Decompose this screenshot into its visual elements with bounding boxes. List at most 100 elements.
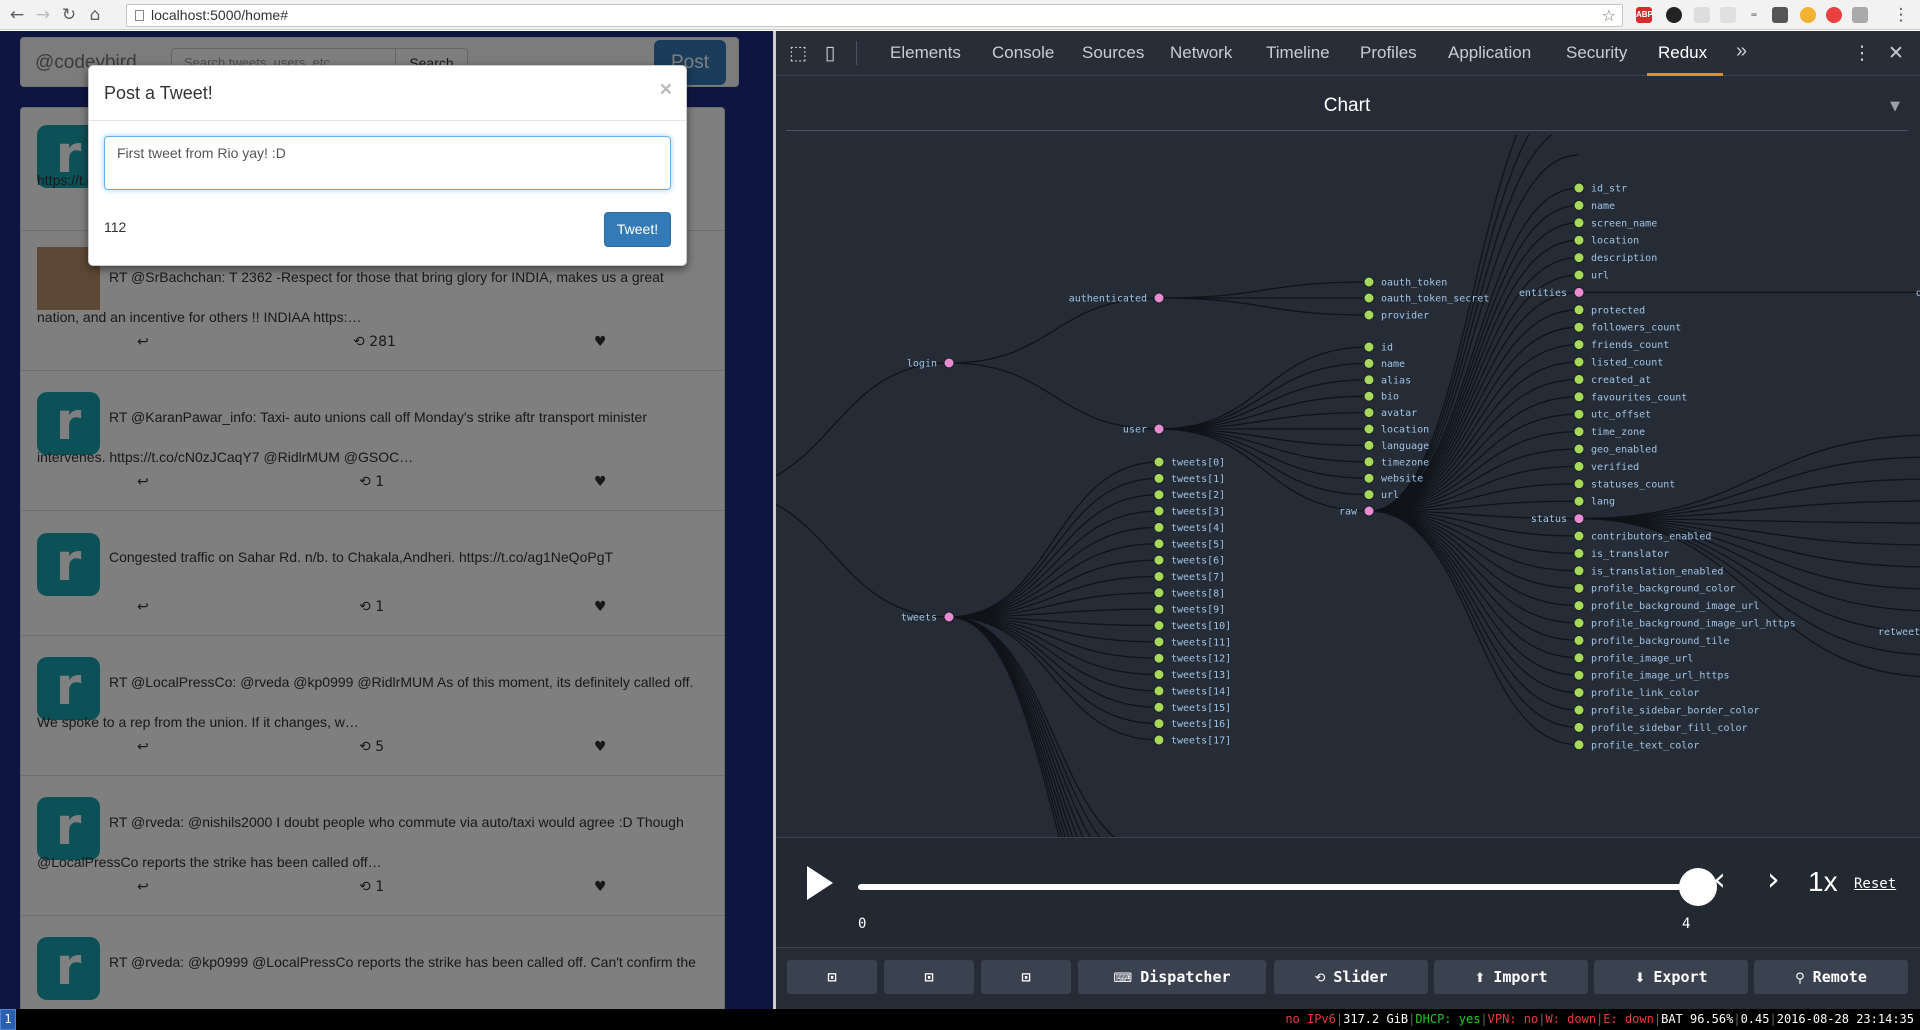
tree-node-label[interactable]: language (1381, 441, 1429, 452)
tree-node-label[interactable]: profile_link_color (1591, 688, 1699, 699)
tree-node-label[interactable]: timezone (1381, 457, 1429, 468)
tree-node-label[interactable]: provider (1381, 311, 1429, 322)
tree-node-label[interactable]: contributors_enabled (1591, 532, 1711, 543)
tree-node-label[interactable]: website (1381, 474, 1423, 485)
extension-color-icon[interactable] (1800, 7, 1816, 23)
tree-node[interactable] (1573, 426, 1585, 438)
tree-node[interactable] (1153, 734, 1165, 746)
tree-node-label[interactable]: statuses_count (1591, 479, 1675, 490)
tree-node-label[interactable]: id_str (1591, 184, 1627, 195)
export-button[interactable]: ⬇ Export (1594, 960, 1748, 994)
tree-node[interactable] (1153, 521, 1165, 533)
tab-profiles[interactable]: Profiles (1360, 43, 1417, 63)
slider-button[interactable]: ⟲ Slider (1274, 960, 1428, 994)
tree-node-label[interactable]: utc_offset (1591, 410, 1651, 421)
tree-node-label[interactable]: tweets[3] (1171, 507, 1225, 518)
tree-node-label[interactable]: tweets[15] (1171, 703, 1231, 714)
layout-left-button[interactable]: ⊡ (787, 960, 877, 994)
tree-node[interactable] (1153, 603, 1165, 615)
tree-node-label[interactable]: tweets (901, 613, 937, 624)
reset-link[interactable]: Reset (1854, 876, 1896, 892)
tree-node-label[interactable]: url (1381, 490, 1399, 501)
tree-node[interactable] (1363, 423, 1375, 435)
tree-node[interactable] (1363, 472, 1375, 484)
extension-grey-icon[interactable] (1694, 7, 1710, 23)
tree-node-label[interactable]: profile_background_image_url (1591, 601, 1760, 612)
tab-sources[interactable]: Sources (1082, 43, 1144, 63)
tree-node[interactable] (1153, 570, 1165, 582)
state-tree-chart[interactable]: login tweets authenticated user oauth_tokeno… (776, 135, 1920, 837)
tree-node-label[interactable]: url (1591, 271, 1609, 282)
workspace-indicator[interactable]: 1 (0, 1009, 16, 1030)
tree-node[interactable] (1573, 600, 1585, 612)
tab-redux[interactable]: Redux (1658, 43, 1707, 63)
layout-right-button[interactable]: ⊡ (884, 960, 974, 994)
tree-node-label[interactable]: tweets[14] (1171, 686, 1231, 697)
tree-node-label[interactable]: protected (1591, 305, 1645, 316)
tree-node-label[interactable]: profile_sidebar_fill_color (1591, 723, 1748, 734)
tree-node[interactable] (1153, 636, 1165, 648)
tab-console[interactable]: Console (992, 43, 1054, 63)
tree-node-label[interactable]: id (1381, 343, 1393, 354)
slider-track[interactable] (858, 884, 1698, 890)
chevron-right-icon[interactable]: › (1767, 860, 1780, 898)
tree-node[interactable] (1153, 701, 1165, 713)
back-arrow-icon[interactable]: ← (6, 4, 28, 26)
import-button[interactable]: ⬆ Import (1434, 960, 1588, 994)
tree-node[interactable] (1573, 373, 1585, 385)
tree-node[interactable] (1573, 356, 1585, 368)
tree-node-label[interactable]: profile_image_url (1591, 653, 1693, 664)
tree-node-label[interactable]: favourites_count (1591, 392, 1687, 403)
tree-node-label[interactable]: retweete (1878, 627, 1920, 638)
tree-node[interactable] (1363, 357, 1375, 369)
playback-speed[interactable]: 1x (1808, 866, 1838, 898)
tweet-submit-button[interactable]: Tweet! (604, 212, 671, 247)
tab-security[interactable]: Security (1566, 43, 1627, 63)
tree-node-label[interactable]: tweets[16] (1171, 719, 1231, 730)
tree-node[interactable] (1573, 565, 1585, 577)
tree-node-label[interactable]: profile_background_tile (1591, 636, 1729, 647)
extension-box-icon[interactable] (1852, 7, 1868, 23)
tree-node-label[interactable]: screen_name (1591, 218, 1657, 229)
tree-node-label[interactable]: tweets[2] (1171, 490, 1225, 501)
tree-node[interactable] (1573, 443, 1585, 455)
tree-node[interactable] (1153, 292, 1165, 304)
tree-node-label[interactable]: profile_background_color (1591, 584, 1736, 595)
tree-node[interactable] (1573, 217, 1585, 229)
tree-node-label[interactable]: user (1123, 425, 1147, 436)
tree-node[interactable] (1573, 669, 1585, 681)
tree-node[interactable] (1573, 530, 1585, 542)
tree-node[interactable] (1153, 620, 1165, 631)
tree-node-label[interactable]: tweets[1] (1171, 474, 1225, 485)
bookmark-star-icon[interactable]: ☆ (1602, 5, 1616, 26)
tree-node-label[interactable]: tweets[0] (1171, 458, 1225, 469)
tree-node[interactable] (1573, 269, 1585, 281)
chevron-down-icon[interactable]: ▼ (1890, 99, 1900, 114)
tree-node[interactable] (1153, 538, 1165, 550)
address-bar[interactable]: localhost:5000/home# ☆ (126, 4, 1623, 27)
tree-node-label[interactable]: name (1591, 201, 1615, 212)
tree-node[interactable] (1573, 460, 1585, 472)
adblock-extension-icon[interactable]: ABP (1636, 7, 1653, 23)
tree-node[interactable] (1153, 423, 1165, 435)
menu-kebab-icon[interactable]: ⋮ (1890, 4, 1912, 26)
tree-node-label[interactable]: alias (1381, 375, 1411, 386)
device-toolbar-icon[interactable]: ▯ (818, 41, 842, 65)
tree-node-label[interactable]: profile_background_image_url_https (1591, 619, 1796, 630)
tree-node-label[interactable]: is_translation_enabled (1591, 566, 1723, 577)
tree-node[interactable] (1573, 617, 1585, 629)
tree-node-label[interactable]: time_zone (1591, 427, 1645, 438)
tree-node-label[interactable]: oauth_token (1381, 278, 1447, 289)
tree-node[interactable] (1153, 685, 1165, 697)
reload-icon[interactable]: ↻ (58, 4, 80, 26)
tab-network[interactable]: Network (1170, 43, 1232, 63)
tree-node[interactable] (1363, 292, 1375, 304)
inspect-element-icon[interactable]: ⬚ (786, 41, 810, 65)
monitor-selector[interactable]: Chart ▼ (786, 83, 1908, 131)
close-icon[interactable]: × (660, 78, 672, 102)
chevron-left-icon[interactable]: ‹ (1713, 860, 1726, 898)
home-icon[interactable]: ⌂ (84, 4, 106, 26)
tree-node[interactable] (1363, 390, 1375, 402)
dispatcher-button[interactable]: ⌨ Dispatcher (1078, 960, 1266, 994)
forward-arrow-icon[interactable]: → (32, 4, 54, 26)
